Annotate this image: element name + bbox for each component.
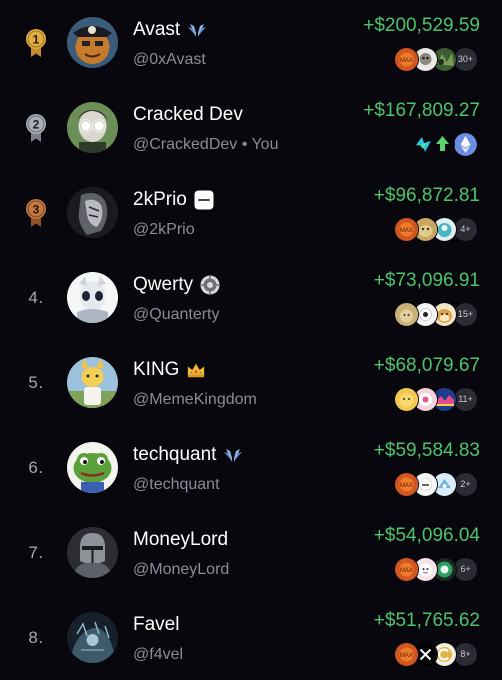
leaderboard-row-8[interactable]: 8. Favel @f4vel +$51,765.62 8+ MAX (0, 595, 502, 680)
pnl-value: +$54,096.04 (373, 525, 480, 546)
avatar[interactable] (67, 612, 118, 663)
ethereum-icon[interactable] (453, 131, 478, 157)
avatar[interactable] (67, 187, 118, 238)
token-icon[interactable] (411, 131, 436, 157)
wings-icon (223, 445, 243, 465)
rank-cell: 2 (16, 85, 56, 170)
rank-number: 4. (28, 287, 44, 307)
rank-number: 8. (28, 627, 44, 647)
pnl-value: +$51,765.62 (373, 610, 480, 631)
token-icon[interactable] (394, 301, 419, 327)
pnl-value: +$200,529.59 (363, 15, 480, 36)
leaderboard: 1 Avast @0xAvast +$200,529.59 30+ MAX 2 … (0, 0, 502, 680)
svg-text:MAX: MAX (400, 568, 413, 574)
leaderboard-row-2[interactable]: 2 Cracked Dev @CrackedDev • You +$167,80… (0, 85, 502, 170)
rank-cell: 6. (16, 425, 56, 510)
white-card-icon (194, 190, 214, 210)
svg-text:MAX: MAX (400, 653, 413, 659)
token-stack[interactable]: 2+ MAX (394, 471, 478, 497)
token-stack[interactable]: 15+ (394, 301, 478, 327)
display-name[interactable]: MoneyLord (133, 529, 228, 551)
svg-text:MAX: MAX (400, 483, 413, 489)
wings-icon (187, 20, 207, 40)
svg-text:3: 3 (33, 202, 40, 216)
svg-text:MAX: MAX (400, 58, 413, 64)
token-stack[interactable]: 8+ MAX (394, 641, 478, 667)
svg-text:MAX: MAX (400, 228, 413, 234)
name-line: Favel (133, 614, 179, 636)
avatar[interactable] (67, 17, 118, 68)
display-name[interactable]: Cracked Dev (133, 104, 243, 126)
name-line: MoneyLord (133, 529, 228, 551)
rank-number: 7. (28, 542, 44, 562)
handle: @CrackedDev • You (133, 136, 279, 153)
bronze-medal-icon: 3 (25, 198, 47, 228)
pnl-value: +$68,079.67 (373, 355, 480, 376)
handle: @0xAvast (133, 51, 206, 68)
avatar[interactable] (67, 357, 118, 408)
rank-cell: 4. (16, 255, 56, 340)
handle: @Quanterty (133, 306, 220, 323)
rank-cell: 7. (16, 510, 56, 595)
token-stack[interactable]: 11+ (394, 386, 478, 412)
leaderboard-row-6[interactable]: 6. techquant @techquant +$59,584.83 2+ M… (0, 425, 502, 510)
svg-text:2: 2 (33, 117, 40, 131)
name-line: Qwerty (133, 274, 220, 296)
handle: @techquant (133, 476, 220, 493)
rank-cell: 8. (16, 595, 56, 680)
rank-cell: 3 (16, 170, 56, 255)
pnl-value: +$59,584.83 (373, 440, 480, 461)
avatar[interactable] (67, 527, 118, 578)
token-icon[interactable]: MAX (394, 46, 419, 72)
pnl-value: +$167,809.27 (363, 100, 480, 121)
token-icon[interactable]: MAX (394, 471, 419, 497)
token-icon[interactable]: MAX (394, 216, 419, 242)
name-line: techquant (133, 444, 243, 466)
display-name[interactable]: Avast (133, 19, 180, 41)
crown-icon (186, 360, 206, 380)
display-name[interactable]: KING (133, 359, 179, 381)
token-icon[interactable]: MAX (394, 556, 419, 582)
avatar[interactable] (67, 102, 118, 153)
handle: @MemeKingdom (133, 391, 257, 408)
gold-medal-icon: 1 (25, 28, 47, 58)
token-stack[interactable] (411, 131, 478, 157)
token-stack[interactable]: 30+ MAX (394, 46, 478, 72)
name-line: Avast (133, 19, 207, 41)
silver-medal-icon: 2 (25, 113, 47, 143)
pnl-value: +$96,872.81 (373, 185, 480, 206)
svg-text:1: 1 (33, 32, 40, 46)
avatar[interactable] (67, 442, 118, 493)
leaderboard-row-7[interactable]: 7. MoneyLord @MoneyLord +$54,096.04 6+ M… (0, 510, 502, 595)
name-line: KING (133, 359, 206, 381)
leaderboard-row-4[interactable]: 4. Qwerty @Quanterty +$73,096.91 15+ (0, 255, 502, 340)
token-icon[interactable]: MAX (394, 641, 419, 667)
rank-number: 6. (28, 457, 44, 477)
handle: @2kPrio (133, 221, 195, 238)
token-stack[interactable]: 6+ MAX (394, 556, 478, 582)
avatar[interactable] (67, 272, 118, 323)
name-line: Cracked Dev (133, 104, 243, 126)
handle: @f4vel (133, 646, 184, 663)
display-name[interactable]: Qwerty (133, 274, 193, 296)
leaderboard-row-3[interactable]: 3 2kPrio @2kPrio +$96,872.81 4+ MAX (0, 170, 502, 255)
token-stack[interactable]: 4+ MAX (394, 216, 478, 242)
pnl-value: +$73,096.91 (373, 270, 480, 291)
display-name[interactable]: 2kPrio (133, 189, 187, 211)
gear-badge-icon (200, 275, 220, 295)
rank-cell: 1 (16, 0, 56, 85)
leaderboard-row-5[interactable]: 5. KING @MemeKingdom +$68,079.67 11+ (0, 340, 502, 425)
name-line: 2kPrio (133, 189, 214, 211)
leaderboard-row-1[interactable]: 1 Avast @0xAvast +$200,529.59 30+ MAX (0, 0, 502, 85)
token-icon[interactable] (394, 386, 419, 412)
display-name[interactable]: Favel (133, 614, 179, 636)
rank-cell: 5. (16, 340, 56, 425)
rank-number: 5. (28, 372, 44, 392)
handle: @MoneyLord (133, 561, 230, 578)
display-name[interactable]: techquant (133, 444, 216, 466)
